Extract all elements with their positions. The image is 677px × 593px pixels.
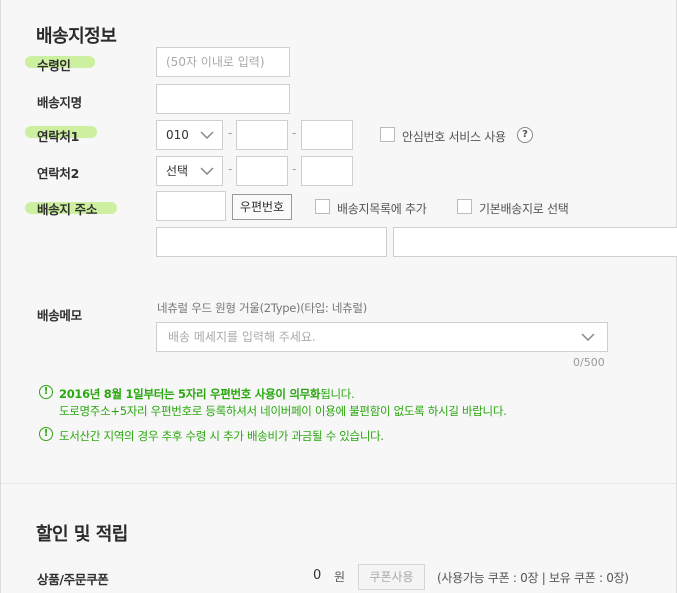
address-name-label: 배송지명 bbox=[37, 95, 82, 110]
coupon-use-button[interactable]: 쿠폰사용 bbox=[358, 564, 425, 590]
section-divider bbox=[1, 483, 676, 484]
dash-separator: - bbox=[292, 162, 297, 176]
contact2-prefix-value: 선택 bbox=[166, 164, 189, 178]
postcode-button[interactable]: 우편번호 bbox=[232, 194, 292, 220]
coupon-label: 상품/주문쿠폰 bbox=[37, 572, 109, 587]
coupon-info: (사용가능 쿠폰 : 0장 | 보유 쿠폰 : 0장) bbox=[437, 571, 629, 585]
dash-separator: - bbox=[228, 162, 233, 176]
notice-remote-area: 도서산간 지역의 경우 추후 수령 시 추가 배송비가 과금될 수 있습니다. bbox=[59, 429, 384, 443]
memo-product-hint: 네츄럴 우드 원형 거울(2Type)(타입: 네츄럴) bbox=[157, 301, 367, 315]
contact1-middle-input[interactable] bbox=[236, 120, 288, 150]
postcode-input[interactable] bbox=[156, 191, 226, 221]
recipient-label: 수령인 bbox=[37, 58, 71, 73]
recipient-input[interactable]: (50자 이내로 입력) bbox=[156, 47, 290, 77]
help-icon[interactable]: ? bbox=[517, 127, 533, 143]
memo-label: 배송메모 bbox=[37, 308, 82, 323]
contact1-prefix-select[interactable]: 010 bbox=[156, 120, 223, 150]
contact2-last-input[interactable] bbox=[301, 156, 353, 186]
address-line1-input[interactable] bbox=[156, 227, 387, 257]
notice-postcode: 2016년 8월 1일부터는 5자리 우편번호 사용이 의무화됩니다. bbox=[59, 386, 355, 402]
address-label: 배송지 주소 bbox=[37, 202, 98, 217]
add-to-list-label: 배송지목록에 추가 bbox=[337, 202, 427, 216]
default-address-label: 기본배송지로 선택 bbox=[479, 202, 569, 216]
notice-icon: ! bbox=[39, 385, 53, 399]
memo-char-counter: 0/500 bbox=[573, 356, 605, 369]
memo-placeholder: 배송 메세지를 입력해 주세요. bbox=[168, 330, 316, 344]
address-line2-input[interactable] bbox=[393, 227, 677, 257]
default-address-checkbox[interactable] bbox=[457, 199, 472, 214]
safe-number-label: 안심번호 서비스 사용 bbox=[402, 130, 506, 144]
address-name-input[interactable] bbox=[156, 84, 290, 114]
contact1-last-input[interactable] bbox=[301, 120, 353, 150]
notice-postcode-detail: 도로명주소+5자리 우편번호로 등록하셔서 네이버페이 이용에 불편함이 없도록… bbox=[59, 404, 507, 418]
notice-icon: ! bbox=[39, 427, 53, 441]
chevron-down-icon bbox=[581, 333, 595, 341]
safe-number-checkbox[interactable] bbox=[380, 127, 395, 142]
contact2-label: 연락처2 bbox=[37, 166, 79, 181]
contact1-label: 연락처1 bbox=[37, 129, 79, 144]
chevron-down-icon bbox=[200, 131, 214, 139]
delivery-section-title: 배송지정보 bbox=[36, 26, 117, 47]
discount-section-title: 할인 및 적립 bbox=[36, 524, 128, 545]
memo-select[interactable]: 배송 메세지를 입력해 주세요. bbox=[156, 322, 608, 352]
notice-postcode-highlight: 2016년 8월 1일부터는 5자리 우편번호 사용이 의무화 bbox=[59, 387, 321, 401]
chevron-down-icon bbox=[200, 167, 214, 175]
order-form-panel: 배송지정보 수령인 (50자 이내로 입력) 배송지명 연락처1 010 - -… bbox=[0, 0, 677, 593]
contact2-middle-input[interactable] bbox=[236, 156, 288, 186]
coupon-unit: 원 bbox=[334, 570, 346, 584]
contact2-prefix-select[interactable]: 선택 bbox=[156, 156, 223, 186]
dash-separator: - bbox=[228, 126, 233, 140]
notice-postcode-rest: 됩니다. bbox=[320, 387, 355, 401]
add-to-list-checkbox[interactable] bbox=[315, 199, 330, 214]
coupon-amount: 0 bbox=[313, 568, 322, 583]
dash-separator: - bbox=[292, 126, 297, 140]
contact1-prefix-value: 010 bbox=[166, 128, 189, 142]
